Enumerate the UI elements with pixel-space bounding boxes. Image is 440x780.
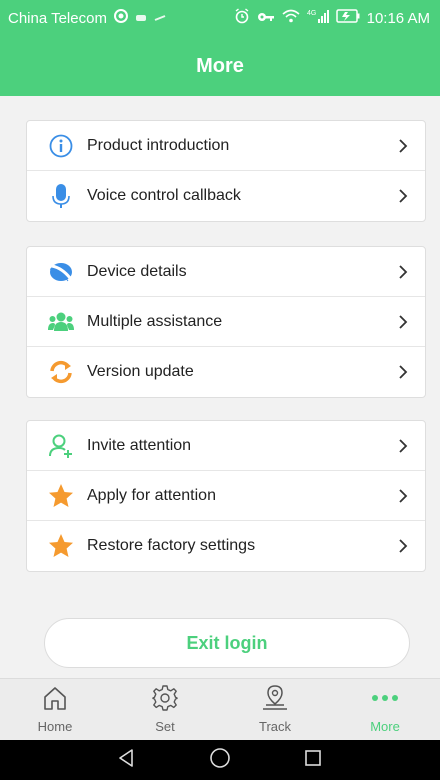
info-icon bbox=[47, 132, 75, 160]
star-icon bbox=[47, 532, 75, 560]
tab-track[interactable]: Track bbox=[220, 679, 330, 740]
chevron-right-icon bbox=[393, 362, 413, 382]
tab-label: Set bbox=[155, 719, 175, 734]
status-bar: China Telecom 4G 10:16 AM bbox=[0, 0, 440, 36]
more-dots-icon bbox=[370, 685, 400, 716]
menu-item-apply-for-attention[interactable]: Apply for attention bbox=[27, 471, 425, 521]
tab-more[interactable]: More bbox=[330, 679, 440, 740]
network-type: 4G bbox=[307, 10, 316, 17]
chevron-right-icon bbox=[393, 536, 413, 556]
chevron-right-icon bbox=[393, 262, 413, 282]
menu-item-label: Voice control callback bbox=[87, 187, 241, 204]
menu-item-product-introduction[interactable]: Product introduction bbox=[27, 121, 425, 171]
device-icon bbox=[47, 258, 75, 286]
location-pin-icon bbox=[260, 685, 290, 716]
menu-item-restore-factory-settings[interactable]: Restore factory settings bbox=[27, 521, 425, 571]
wifi-icon bbox=[282, 9, 300, 27]
exit-login-button[interactable]: Exit login bbox=[44, 618, 410, 668]
header: More bbox=[0, 36, 440, 96]
page-title: More bbox=[196, 54, 244, 77]
tab-set[interactable]: Set bbox=[110, 679, 220, 740]
tab-label: More bbox=[370, 719, 400, 734]
menu-item-label: Multiple assistance bbox=[87, 312, 223, 330]
back-icon[interactable] bbox=[117, 748, 137, 773]
microphone-icon bbox=[47, 182, 75, 210]
signal-icon: 4G bbox=[307, 8, 329, 28]
menu-item-multiple-assistance[interactable]: Multiple assistance bbox=[27, 297, 425, 347]
key-icon bbox=[257, 10, 275, 27]
system-nav-bar bbox=[0, 740, 440, 780]
gear-icon bbox=[152, 685, 178, 716]
notification-icon bbox=[113, 9, 128, 27]
chevron-right-icon bbox=[393, 136, 413, 156]
star-icon bbox=[47, 482, 75, 510]
home-icon bbox=[42, 685, 68, 716]
tab-bar: Home Set Track More bbox=[0, 678, 440, 740]
alarm-icon bbox=[234, 8, 250, 28]
clock: 10:16 AM bbox=[366, 9, 430, 27]
menu-item-voice-control-callback[interactable]: Voice control callback bbox=[27, 171, 425, 221]
usb-icon bbox=[154, 10, 166, 27]
menu-item-label: Invite attention bbox=[87, 436, 192, 454]
chevron-right-icon bbox=[393, 486, 413, 506]
menu-item-label: Device details bbox=[87, 262, 187, 280]
menu-item-invite-attention[interactable]: Invite attention bbox=[27, 421, 425, 471]
recents-icon[interactable] bbox=[303, 748, 323, 773]
carrier-name: China Telecom bbox=[8, 9, 107, 27]
add-user-icon bbox=[47, 432, 75, 460]
people-icon bbox=[47, 308, 75, 336]
menu-group-info: Product introduction Voice control callb… bbox=[26, 120, 426, 222]
menu-item-label: Restore factory settings bbox=[87, 537, 256, 554]
menu-item-label: Version update bbox=[87, 363, 194, 380]
chevron-right-icon bbox=[393, 186, 413, 206]
tab-label: Track bbox=[258, 719, 292, 734]
chevron-right-icon bbox=[393, 312, 413, 332]
battery-icon bbox=[335, 9, 360, 27]
menu-group-attention: Invite attention Apply for attention Res… bbox=[26, 420, 426, 572]
app-notification-icon bbox=[135, 10, 147, 27]
menu-item-version-update[interactable]: Version update bbox=[27, 347, 425, 397]
tab-home[interactable]: Home bbox=[0, 679, 110, 740]
menu-group-device: Device details Multiple assistance Versi… bbox=[26, 246, 426, 398]
tab-label: Home bbox=[37, 719, 73, 734]
chevron-right-icon bbox=[393, 436, 413, 456]
menu-item-label: Product introduction bbox=[87, 136, 230, 154]
home-circle-icon[interactable] bbox=[209, 747, 231, 774]
menu-item-label: Apply for attention bbox=[87, 486, 216, 504]
menu-item-device-details[interactable]: Device details bbox=[27, 247, 425, 297]
refresh-icon bbox=[47, 358, 75, 386]
